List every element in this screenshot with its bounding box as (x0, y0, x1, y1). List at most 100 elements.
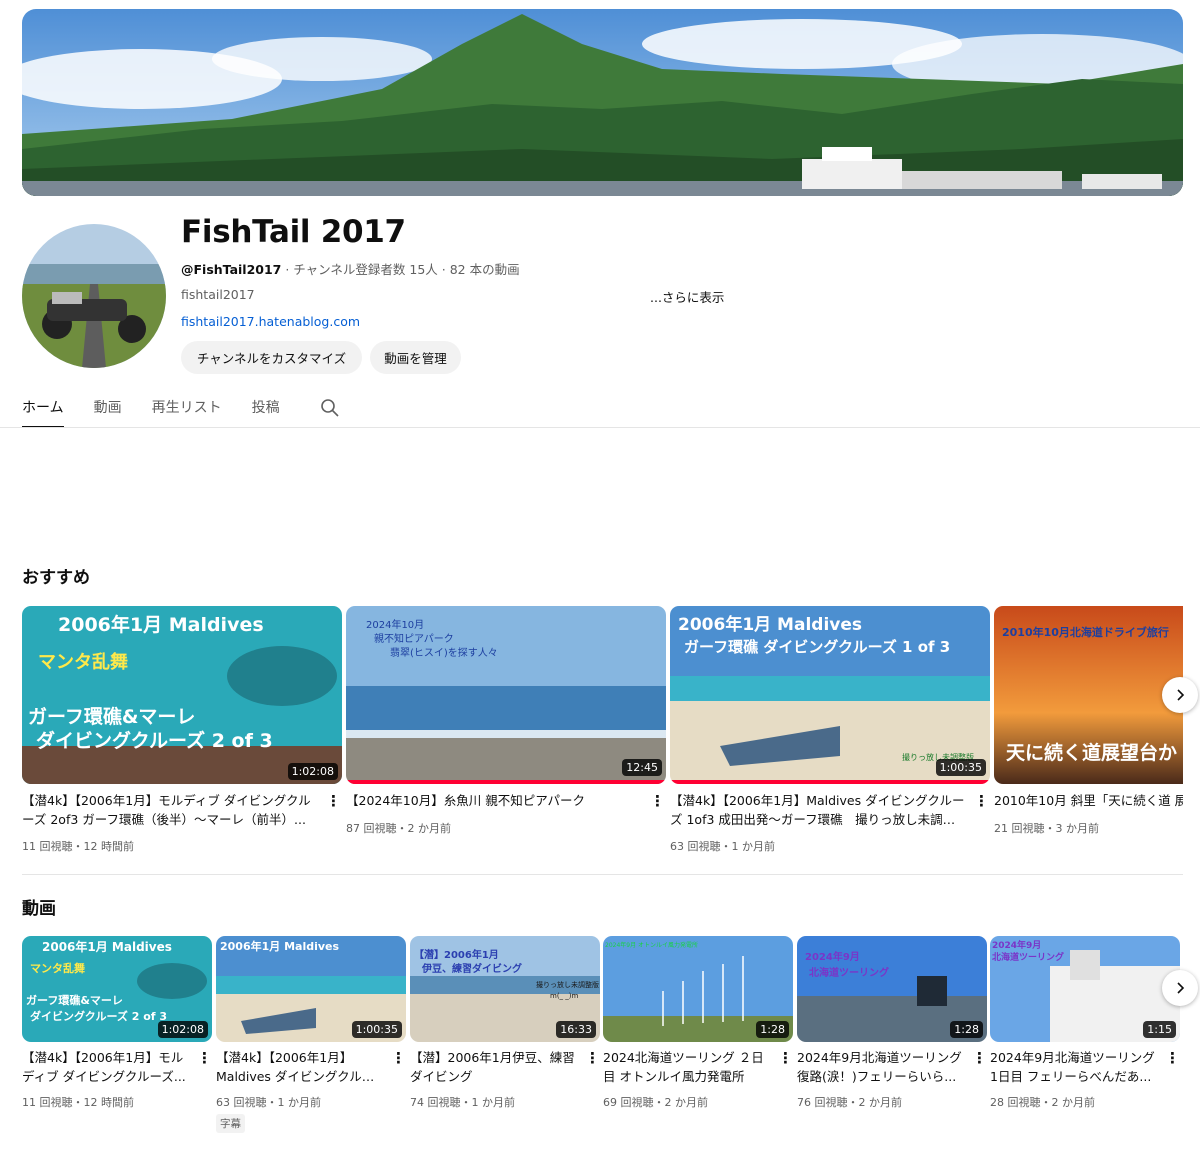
more-vert-icon[interactable]: ⋮ (778, 1051, 793, 1066)
video-thumbnail[interactable]: 2006年1月 Maldives ガーフ環礁 ダイビングクルーズ 1 of 3 … (670, 606, 990, 784)
more-vert-icon[interactable]: ⋮ (391, 1051, 406, 1066)
thumb-text: マンタ乱舞 (38, 652, 128, 673)
watch-progress (670, 780, 990, 784)
video-title[interactable]: 【2024年10月】糸魚川 親不知ピアパーク (346, 791, 642, 810)
video-card[interactable]: 2024年9月 オトンルイ風力発電所 1:28 2024北海道ツーリング ２日目… (603, 936, 793, 1136)
video-card[interactable]: 2024年9月 北海道ツーリング 1:15 2024年9月北海道ツーリング 1日… (990, 936, 1180, 1136)
video-meta: 11 回視聴・12 時間前 (22, 840, 134, 853)
thumb-text: 翡翠(ヒスイ)を探す人々 (390, 648, 498, 659)
more-vert-icon[interactable]: ⋮ (326, 794, 341, 809)
video-title[interactable]: 2024北海道ツーリング ２日目 オトンルイ風力発電所 (603, 1048, 773, 1086)
show-more-link[interactable]: ...さらに表示 (650, 287, 724, 306)
video-title[interactable]: 2010年10月 斜里「天に続く道 展望 (994, 791, 1183, 810)
section-title-recommended: おすすめ (22, 568, 90, 588)
video-meta: 11 回視聴・12 時間前 (22, 1096, 134, 1109)
customize-channel-button[interactable]: チャンネルをカスタマイズ (181, 341, 362, 374)
video-title[interactable]: 【潜4k】【2006年1月】Maldives ダイビングクルーズ 1of3 成田… (670, 791, 966, 829)
video-card[interactable]: 【潜】2006年1月 伊豆、練習ダイビング 撮りっ放し未調整版 m(_ _)m … (410, 936, 600, 1136)
video-card[interactable]: 2006年1月 Maldives マンタ乱舞 ガーフ環礁&マーレ ダイビングクル… (22, 936, 212, 1136)
video-duration: 1:00:35 (935, 759, 986, 776)
thumb-text: 2024年9月 オトンルイ風力発電所 (605, 942, 698, 949)
tab-home[interactable]: ホーム (22, 390, 64, 428)
video-duration: 1:02:08 (157, 1021, 208, 1038)
video-duration: 12:45 (622, 759, 662, 776)
thumb-text: 2024年10月 (366, 620, 425, 631)
manage-videos-button[interactable]: 動画を管理 (370, 341, 461, 374)
section-divider (22, 874, 1183, 875)
more-vert-icon[interactable]: ⋮ (650, 794, 665, 809)
tab-videos[interactable]: 動画 (94, 390, 122, 428)
thumb-text: ガーフ環礁&マーレ (28, 706, 196, 728)
thumb-text: 2006年1月 Maldives (58, 614, 264, 636)
video-title[interactable]: 2024年9月北海道ツーリング 復路(涙！)フェリーらいら... (797, 1048, 967, 1086)
video-card[interactable]: 2024年9月 北海道ツーリング 1:28 2024年9月北海道ツーリング 復路… (797, 936, 987, 1136)
channel-avatar[interactable] (22, 224, 166, 368)
thumb-text: ガーフ環礁&マーレ (26, 994, 123, 1007)
thumb-text: 撮りっ放し未調整版 (536, 981, 599, 989)
video-meta: 69 回視聴・2 か月前 (603, 1096, 708, 1109)
video-meta: 63 回視聴・1 か月前 (670, 840, 775, 853)
section-title-videos: 動画 (22, 899, 56, 919)
video-title[interactable]: 【潜4k】【2006年1月】モルディブ ダイビングクルーズ... (22, 1048, 192, 1086)
thumb-text: マンタ乱舞 (30, 962, 85, 975)
thumb-text: 【潜】2006年1月 (414, 950, 499, 961)
video-duration: 1:00:35 (351, 1021, 402, 1038)
video-meta: 28 回視聴・2 か月前 (990, 1096, 1095, 1109)
thumb-text: 北海道ツーリング (809, 968, 889, 979)
thumb-text: 天に続く道展望台か (1006, 742, 1178, 764)
video-thumbnail[interactable]: 2006年1月 Maldives マンタ乱舞 ガーフ環礁&マーレ ダイビングクル… (22, 936, 212, 1042)
video-thumbnail[interactable]: 2006年1月 Maldives 1:00:35 (216, 936, 406, 1042)
thumb-text: ダイビングクルーズ 2 of 3 (30, 1010, 168, 1023)
video-card[interactable]: 2006年1月 Maldives ガーフ環礁 ダイビングクルーズ 1 of 3 … (670, 606, 990, 856)
video-card[interactable]: 2024年10月 親不知ピアパーク 翡翠(ヒスイ)を探す人々 12:45 【20… (346, 606, 666, 856)
video-card[interactable]: 2006年1月 Maldives 1:00:35 【潜4k】【2006年1月】M… (216, 936, 406, 1136)
video-title[interactable]: 【潜】2006年1月伊豆、練習ダイビング (410, 1048, 580, 1086)
channel-meta: @FishTail2017 · チャンネル登録者数 15人 · 82 本の動画 (181, 259, 520, 278)
thumb-text: ガーフ環礁 ダイビングクルーズ 1 of 3 (684, 638, 951, 656)
search-icon[interactable] (320, 398, 340, 422)
video-thumbnail[interactable]: 2024年9月 北海道ツーリング 1:28 (797, 936, 987, 1042)
thumb-text: 2024年9月 (805, 952, 860, 963)
captions-badge: 字幕 (216, 1114, 245, 1133)
thumb-text: 2006年1月 Maldives (678, 615, 863, 635)
video-card[interactable]: 2006年1月 Maldives マンタ乱舞 ガーフ環礁&マーレ ダイビングクル… (22, 606, 342, 856)
video-thumbnail[interactable]: 【潜】2006年1月 伊豆、練習ダイビング 撮りっ放し未調整版 m(_ _)m … (410, 936, 600, 1042)
channel-tabs: ホーム 動画 再生リスト 投稿 (22, 390, 310, 428)
video-duration: 1:28 (950, 1021, 983, 1038)
video-title[interactable]: 2024年9月北海道ツーリング 1日目 フェリーらべんだあ... (990, 1048, 1160, 1086)
video-meta: 63 回視聴・1 か月前 (216, 1096, 321, 1109)
thumb-text: ダイビングクルーズ 2 of 3 (36, 730, 273, 752)
video-meta: 21 回視聴・3 か月前 (994, 822, 1099, 835)
video-title[interactable]: 【潜4k】【2006年1月】モルディブ ダイビングクルーズ 2of3 ガーフ環礁… (22, 791, 318, 829)
thumb-text: 2010年10月北海道ドライブ旅行 (1002, 626, 1169, 639)
channel-description: fishtail2017 (181, 287, 255, 302)
thumb-text: 2006年1月 Maldives (220, 940, 340, 953)
channel-link[interactable]: fishtail2017.hatenablog.com (181, 314, 360, 329)
channel-name: FishTail 2017 (181, 214, 406, 250)
video-thumbnail[interactable]: 2024年9月 オトンルイ風力発電所 1:28 (603, 936, 793, 1042)
video-thumbnail[interactable]: 2006年1月 Maldives マンタ乱舞 ガーフ環礁&マーレ ダイビングクル… (22, 606, 342, 784)
video-card[interactable]: 2010年10月北海道ドライブ旅行 天に続く道展望台か 2010年10月 斜里「… (994, 606, 1183, 856)
video-thumbnail[interactable]: 2010年10月北海道ドライブ旅行 天に続く道展望台か (994, 606, 1183, 784)
video-duration: 16:33 (556, 1021, 596, 1038)
thumb-text: 北海道ツーリング (992, 953, 1065, 963)
more-vert-icon[interactable]: ⋮ (197, 1051, 212, 1066)
video-duration: 1:15 (1143, 1021, 1176, 1038)
tabs-divider (0, 427, 1200, 428)
video-duration: 1:28 (756, 1021, 789, 1038)
video-meta: 74 回視聴・1 か月前 (410, 1096, 515, 1109)
more-vert-icon[interactable]: ⋮ (585, 1051, 600, 1066)
tab-playlists[interactable]: 再生リスト (152, 390, 222, 428)
more-vert-icon[interactable]: ⋮ (1165, 1051, 1180, 1066)
more-vert-icon[interactable]: ⋮ (972, 1051, 987, 1066)
video-thumbnail[interactable]: 2024年10月 親不知ピアパーク 翡翠(ヒスイ)を探す人々 12:45 (346, 606, 666, 784)
carousel-next-button[interactable] (1162, 677, 1198, 713)
carousel-next-button[interactable] (1162, 970, 1198, 1006)
chevron-right-icon (1177, 982, 1185, 994)
thumb-text: 2006年1月 Maldives (42, 940, 172, 954)
tab-posts[interactable]: 投稿 (252, 390, 280, 428)
video-title[interactable]: 【潜4k】【2006年1月】Maldives ダイビングクルー... (216, 1048, 386, 1086)
more-vert-icon[interactable]: ⋮ (974, 794, 989, 809)
thumb-text: 親不知ピアパーク (374, 634, 454, 645)
video-thumbnail[interactable]: 2024年9月 北海道ツーリング 1:15 (990, 936, 1180, 1042)
